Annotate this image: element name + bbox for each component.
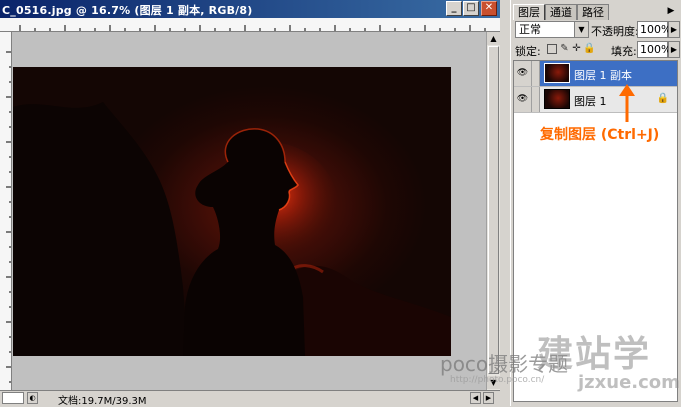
scroll-left-icon[interactable]: ◀ [470,392,481,404]
opacity-input[interactable]: 100% [637,21,671,38]
silhouette-image [13,102,451,356]
palette-menu-icon[interactable]: ▶ [665,5,677,17]
title-bar[interactable]: C_0516.jpg @ 16.7% (图层 1 副本, RGB/8) _ □ … [0,0,500,18]
lock-move-icon[interactable]: ✛ [571,43,582,54]
opacity-label: 不透明度: [591,25,639,38]
layer-thumbnail [544,63,570,83]
eye-icon[interactable]: 👁 [514,61,532,86]
annotation-text: 复制图层 (Ctrl+J) [540,127,660,143]
layer-name: 图层 1 副本 [574,69,632,82]
lock-icon: 🔒 [656,93,669,104]
lock-fill-row: 锁定: ✎ ✛ 🔒 填充: 100% ▶ [515,41,680,59]
document-window: C_0516.jpg @ 16.7% (图层 1 副本, RGB/8) _ □ … [0,0,500,407]
fill-slider-icon[interactable]: ▶ [668,41,680,58]
document-size: 文档:19.7M/39.3M [58,396,147,407]
layer-link-cell[interactable] [532,87,540,112]
silhouette-photo[interactable] [13,67,451,356]
blend-opacity-row: 正常 ▼ 不透明度: 100% ▶ [515,21,680,39]
blend-mode-select[interactable]: 正常 ▼ [515,21,589,38]
layer-thumbnail [544,89,570,109]
layer-row[interactable]: 👁 图层 1 副本 [514,61,677,87]
window-title: C_0516.jpg @ 16.7% (图层 1 副本, RGB/8) [2,4,253,17]
site-watermark: 建站学 [537,334,652,375]
chevron-down-icon: ▼ [574,22,588,37]
ruler-ticks-vertical [6,51,11,383]
tab-channels[interactable]: 通道 [545,4,577,20]
fill-label: 填充: [611,45,637,58]
site-watermark-url: jzxue.com [578,372,680,393]
tab-layers[interactable]: 图层 [513,4,545,20]
vertical-ruler[interactable] [0,32,12,390]
tab-paths[interactable]: 路径 [577,4,609,20]
zoom-field[interactable] [2,392,24,404]
fill-input[interactable]: 100% [637,41,671,58]
preview-icon[interactable]: ◐ [27,392,38,404]
scroll-right-icon[interactable]: ▶ [483,392,494,404]
horizontal-ruler[interactable] [0,18,500,32]
lock-brush-icon[interactable]: ✎ [559,43,570,54]
layer-row[interactable]: 👁 图层 1 🔒 [514,87,677,113]
up-arrow-icon [619,84,635,122]
canvas-area[interactable] [12,32,486,390]
vertical-scrollbar[interactable]: ▲ ▼ [486,32,500,390]
blend-mode-value: 正常 [519,23,541,36]
lock-transparent-icon[interactable] [547,44,557,54]
lock-all-icon[interactable]: 🔒 [583,43,595,54]
ruler-ticks [19,25,486,31]
layer-link-cell[interactable] [532,61,540,86]
close-icon[interactable]: ✕ [481,1,497,16]
minimize-icon[interactable]: _ [446,1,462,16]
lock-label: 锁定: [515,45,541,58]
layer-name: 图层 1 [574,95,607,108]
scroll-thumb[interactable] [488,46,499,374]
scroll-up-icon[interactable]: ▲ [487,32,500,45]
opacity-slider-icon[interactable]: ▶ [668,21,680,38]
eye-icon[interactable]: 👁 [514,87,532,112]
maximize-icon[interactable]: □ [463,1,479,16]
status-bar: ◐ 文档:19.7M/39.3M ◀ ▶ [0,390,500,407]
